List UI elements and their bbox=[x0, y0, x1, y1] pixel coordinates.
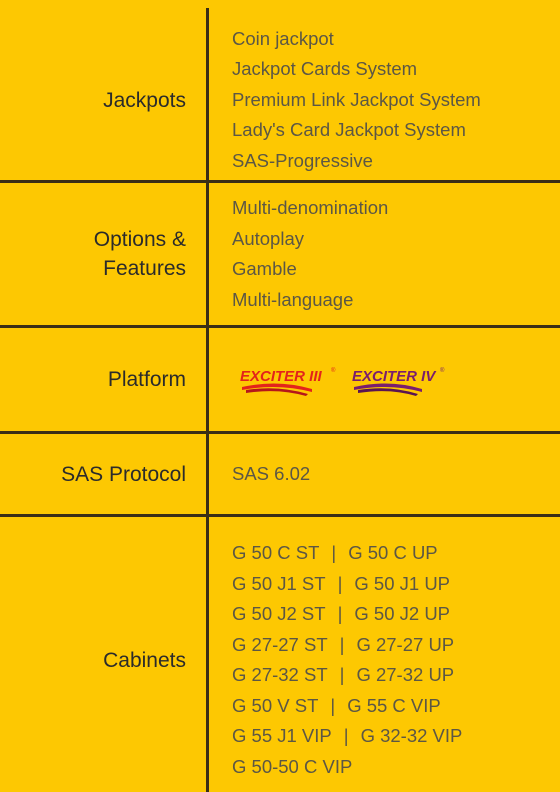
list-item: Multi-denomination bbox=[232, 197, 389, 218]
cabinets-label: Cabinets bbox=[103, 535, 186, 785]
platform-label-text: Platform bbox=[107, 368, 186, 391]
list-item: G 50 C ST | G 50 C UP bbox=[232, 542, 438, 563]
svg-text:®: ® bbox=[331, 367, 336, 374]
list-item: SAS-Progressive bbox=[232, 149, 373, 171]
jackpots-row: Jackpots Coin jackpot Jackpot Cards Syst… bbox=[0, 26, 560, 174]
list-item: Multi-language bbox=[232, 288, 354, 310]
options-label-line1: Options & bbox=[93, 228, 186, 251]
options-row: Options & Features Multi-denomination Au… bbox=[0, 183, 560, 325]
sas-value: SAS 6.02 bbox=[232, 434, 310, 514]
sas-label-text: SAS Protocol bbox=[61, 462, 186, 486]
cabinets-label-text: Cabinets bbox=[103, 648, 186, 672]
list-item: Autoplay bbox=[232, 227, 304, 249]
platform-label: Platform bbox=[108, 328, 186, 431]
exciter-iv-logo-text: EXCITER IV bbox=[352, 368, 437, 385]
platform-row: Platform EXCITER III ® EXCITER IV ® bbox=[0, 328, 560, 431]
cabinets-list: G 50 C ST | G 50 C UP G 50 J1 ST | G 50 J1 U… bbox=[232, 535, 462, 785]
list-item: Lady's Card Jackpot System bbox=[232, 119, 466, 141]
cabinets-row: Cabinets G 50 C ST | G 50 C UP G 50 J1 ST |… bbox=[0, 535, 560, 785]
exciter-iii-logo: EXCITER III ® bbox=[240, 367, 336, 396]
jackpots-label: Jackpots bbox=[103, 26, 186, 174]
list-item: G 27-32 ST | G 27-32 UP bbox=[232, 664, 455, 685]
sas-version: SAS 6.02 bbox=[232, 462, 311, 484]
exciter-iii-logo-text: EXCITER III bbox=[240, 368, 323, 385]
list-item: G 50-50 C VIP bbox=[232, 755, 353, 777]
exciter-iv-logo: EXCITER IV ® bbox=[352, 367, 445, 396]
list-item: G 50 J2 ST | G 50 J2 UP bbox=[232, 603, 451, 624]
jackpots-list: Coin jackpot Jackpot Cards System Premiu… bbox=[232, 26, 481, 174]
options-label-line2: Features bbox=[103, 257, 186, 280]
list-item: Gamble bbox=[232, 258, 297, 279]
list-item: G 27-27 ST | G 27-27 UP bbox=[232, 633, 455, 655]
platform-logos: EXCITER III ® EXCITER IV ® bbox=[238, 328, 450, 431]
options-list: Multi-denomination Autoplay Gamble Multi… bbox=[232, 183, 388, 325]
list-item: Jackpot Cards System bbox=[232, 58, 418, 80]
list-item: G 50 J1 ST | G 50 J1 UP bbox=[232, 572, 451, 594]
list-item: G 50 V ST | G 55 C VIP bbox=[232, 694, 441, 716]
row-divider bbox=[0, 514, 560, 517]
list-item: Coin jackpot bbox=[232, 27, 334, 49]
svg-text:®: ® bbox=[440, 367, 445, 374]
options-label: Options & Features bbox=[94, 183, 186, 325]
sas-label: SAS Protocol bbox=[61, 434, 186, 514]
list-item: Premium Link Jackpot System bbox=[232, 88, 481, 110]
spec-table: Jackpots Coin jackpot Jackpot Cards Syst… bbox=[0, 0, 560, 792]
sas-row: SAS Protocol SAS 6.02 bbox=[0, 434, 560, 514]
list-item: G 55 J1 VIP | G 32-32 VIP bbox=[232, 725, 463, 746]
jackpots-label-text: Jackpots bbox=[103, 88, 186, 112]
